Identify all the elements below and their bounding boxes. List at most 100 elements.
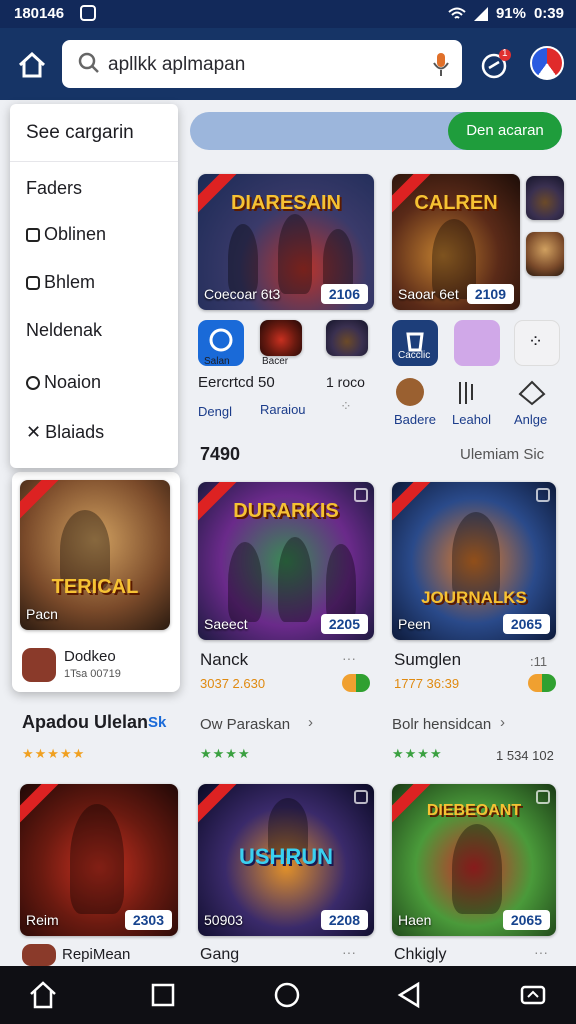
chevron-right-icon[interactable]: › [308, 714, 313, 731]
ribbon [20, 784, 62, 824]
search-input[interactable]: apllkk aplmapan [108, 54, 245, 76]
top-bar: apllkk aplmapan 1 [0, 28, 576, 100]
menu-item-noaion[interactable]: Noaion [26, 372, 101, 393]
circle-icon[interactable] [272, 980, 302, 1010]
game-title-art: USHRUN [238, 844, 334, 869]
section-title: Apadou Ulelan [22, 712, 149, 732]
game-card[interactable]: JOURNALKS Peen 2065 [392, 482, 556, 640]
game-card[interactable]: DIEBEOANT Haen 2065 [392, 784, 556, 936]
item-meta: 1777 36:39 [394, 676, 460, 691]
home-icon[interactable] [18, 52, 46, 78]
menu-item-label: Noaion [44, 372, 102, 392]
game-number: 2205 [320, 614, 368, 634]
game-number: 2106 [320, 284, 368, 304]
app-icon[interactable]: ⁘ [514, 320, 560, 366]
app-icon[interactable] [454, 320, 500, 366]
game-label: Saeect [204, 616, 248, 632]
game-label: Haen [398, 912, 432, 928]
game-number: 2208 [320, 910, 368, 930]
shield-icon[interactable] [518, 380, 546, 406]
app-name: Salan [204, 356, 230, 367]
game-card[interactable]: DIARESAIN Coecoar 6t3 2106 [198, 174, 374, 310]
shortcut-label: Leahol [452, 412, 492, 427]
ribbon [20, 480, 62, 520]
menu-item-bhlem[interactable]: Bhlem [26, 272, 95, 293]
see-all-link[interactable]: Ulemiam Sic [460, 446, 544, 463]
item-name: Gang [200, 946, 240, 963]
game-number: 2109 [466, 284, 514, 304]
shortcut-label: Badere [394, 412, 436, 427]
section-count: 7490 [200, 444, 241, 464]
menu-item-label: Neldenak [26, 320, 103, 340]
dropdown-menu: See cargarin Faders Oblinen Bhlem Nelden… [10, 104, 178, 468]
item-sub: Raraiou [260, 402, 306, 417]
menu-item-label: Faders [26, 178, 83, 198]
status-time: 180146 [14, 5, 65, 22]
more-icon[interactable]: ⁘ [340, 398, 352, 415]
shortcut-label: Anlge [514, 412, 548, 427]
square-icon[interactable] [148, 980, 178, 1010]
item-name: Sumglen [394, 650, 462, 669]
battery-text: 91% [495, 5, 526, 22]
game-label: 50903 [204, 912, 243, 928]
menu-item-oblinen[interactable]: Oblinen [26, 224, 106, 245]
search-bar[interactable]: apllkk aplmapan [62, 40, 462, 88]
back-icon[interactable] [394, 980, 424, 1010]
item-sub: Dengl [198, 404, 232, 419]
promo-banner[interactable]: Den acaran [190, 112, 562, 150]
game-card[interactable]: CALREN Saoar 6et 2109 [392, 174, 520, 310]
game-title-art: DURARKIS [233, 500, 339, 522]
game-card[interactable]: DURARKIS Saeect 2205 [198, 482, 374, 640]
more-icon[interactable]: ··· [342, 650, 356, 666]
more-icon[interactable]: ··· [342, 944, 356, 960]
game-title-art: CALREN [414, 192, 498, 214]
game-card[interactable]: Reim 2303 [20, 784, 178, 936]
game-title-art: DIARESAIN [230, 192, 341, 214]
app-icon[interactable] [326, 320, 368, 356]
avatar[interactable] [530, 46, 564, 80]
chevron-right-icon[interactable]: › [500, 714, 505, 731]
app-icon [22, 648, 56, 682]
item-extra: :11 [530, 654, 548, 669]
game-label: Peen [398, 616, 431, 632]
app-icon [22, 944, 56, 966]
game-title-art: DIEBEOANT [426, 802, 522, 819]
app-name: Cacclic [398, 350, 431, 361]
more-icon[interactable]: ··· [534, 944, 548, 960]
rating-badge [342, 674, 370, 692]
menu-item-neldenak[interactable]: Neldenak [26, 320, 102, 341]
game-label: Reim [26, 912, 59, 928]
menu-item-label: Blaiads [45, 422, 105, 442]
rating-stars: ★★★★ [392, 746, 443, 761]
featured-card[interactable]: TERICAL Pacn Dodkeo 1Tsa 00719 [12, 472, 180, 692]
menu-header[interactable]: See cargarin [10, 104, 178, 162]
search-icon [78, 52, 99, 73]
app-icon[interactable] [260, 320, 302, 356]
feather-icon[interactable] [456, 380, 476, 406]
mic-icon[interactable] [432, 52, 450, 78]
avatar[interactable] [396, 378, 424, 406]
link-text[interactable]: Bolr hensidcan [392, 716, 491, 733]
menu-item-faders[interactable]: Faders [26, 178, 82, 199]
game-thumb[interactable] [526, 176, 564, 220]
game-art: TERICAL Pacn [20, 480, 170, 630]
banner-button[interactable]: Den acaran [448, 112, 562, 150]
item-name: Chkigly [394, 946, 447, 963]
menu-item-label: Oblinen [44, 224, 107, 244]
item-value: 1 roco [326, 374, 365, 390]
game-card[interactable]: USHRUN 50903 2208 [198, 784, 374, 936]
item-name: Dodkeo [64, 648, 116, 665]
game-thumb[interactable] [526, 232, 564, 276]
home-nav-icon[interactable] [28, 980, 58, 1010]
navigation-bar [0, 966, 576, 1024]
status-bar: 180146 91% 0:39 [0, 0, 576, 28]
rating-badge [528, 674, 556, 692]
menu-item-blaiads[interactable]: ✕ Blaiads [26, 422, 104, 443]
item-meta: 1 534 102 [496, 748, 554, 763]
game-number: 2065 [502, 910, 550, 930]
game-title-art: JOURNALKS [421, 588, 527, 607]
link-text[interactable]: Ow Paraskan [200, 716, 290, 733]
rotate-icon[interactable] [518, 980, 548, 1010]
game-number: 2303 [124, 910, 172, 930]
wifi-icon [448, 7, 466, 19]
